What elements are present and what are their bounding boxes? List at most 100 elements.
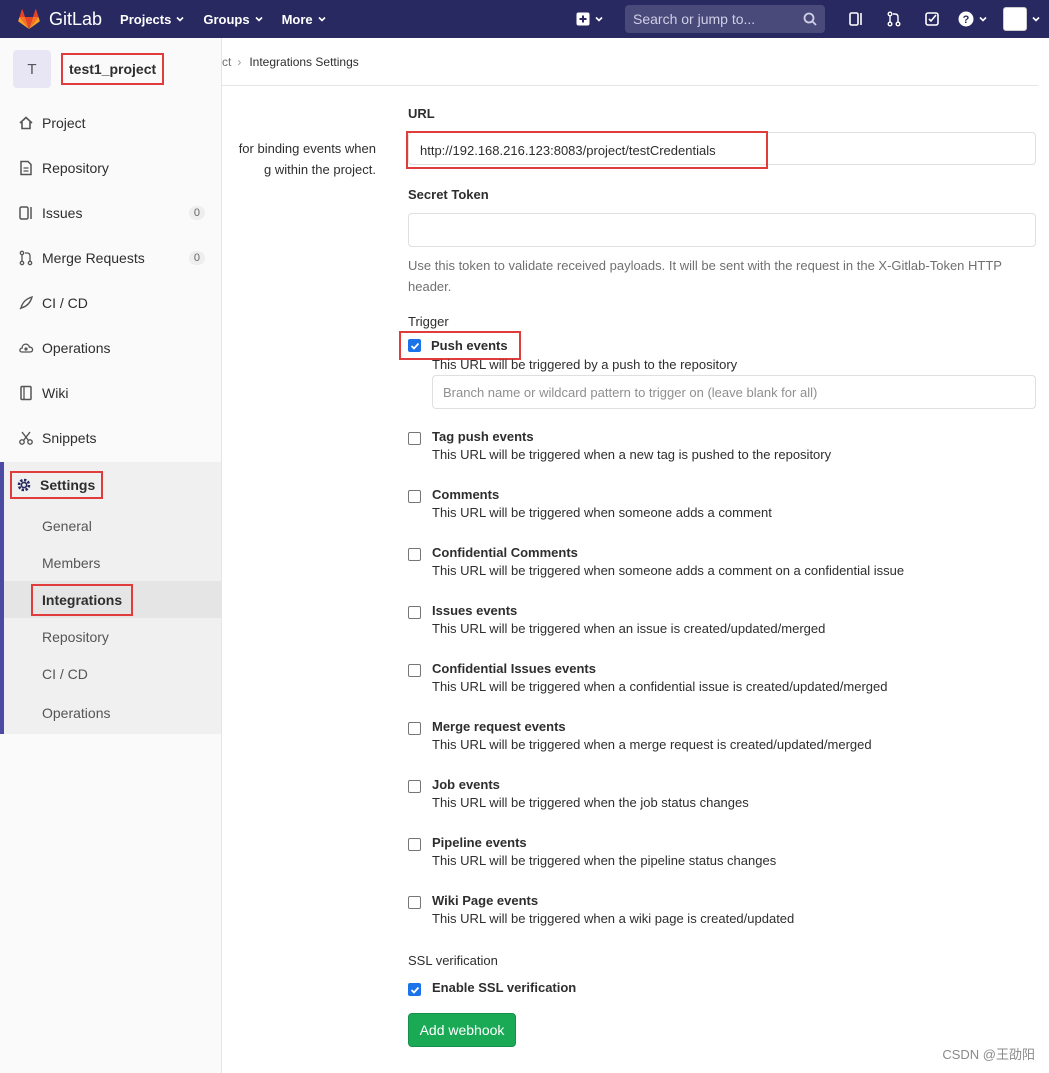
doc-icon [18,160,34,176]
trigger-merge-request-events: Merge request events This URL will be tri… [408,719,1036,777]
webhook-form: URL http://192.168.216.123:8083/project/… [399,100,1036,1047]
sidebar-item-repository[interactable]: Repository [0,145,221,190]
ssl-verification-option: Enable SSL verification [408,980,1036,996]
settings-sub-members[interactable]: Members [4,544,221,581]
comments-checkbox[interactable] [408,490,421,503]
tag-push-events-checkbox[interactable] [408,432,421,445]
sidebar-item-ci-cd[interactable]: CI / CD [0,280,221,325]
add-webhook-button[interactable]: Add webhook [408,1013,516,1047]
issues-icon [849,12,862,26]
new-dropdown-button[interactable] [573,0,607,38]
trigger-list: Tag push events This URL will be triggere… [408,429,1036,949]
settings-sub-repository[interactable]: Repository [4,618,221,655]
confidential-comments-desc: This URL will be triggered when someone … [432,563,905,578]
project-header[interactable]: T test1_project [0,38,221,100]
chevron-down-icon [318,16,326,22]
sidebar-item-merge-requests[interactable]: Merge Requests 0 [0,235,221,280]
trigger-label: Trigger [408,314,449,329]
sidebar-item-label: CI / CD [42,294,88,311]
sidebar-item-issues[interactable]: Issues 0 [0,190,221,235]
scissors-icon [18,430,34,446]
project-avatar: T [13,50,51,88]
nav-groups[interactable]: Groups [203,12,263,27]
todo-check-icon [925,12,939,26]
issues-nav-button[interactable] [837,0,875,38]
merge-requests-nav-button[interactable] [875,0,913,38]
nav-more[interactable]: More [282,12,327,27]
pipeline-events-checkbox[interactable] [408,838,421,851]
wiki-page-events-desc: This URL will be triggered when a wiki p… [432,911,795,926]
merge-request-events-checkbox[interactable] [408,722,421,735]
check-icon [410,986,419,994]
settings-sub-label: CI / CD [42,665,88,682]
user-menu-button[interactable] [995,0,1049,38]
trigger-issues-events: Issues events This URL will be triggered … [408,603,1036,661]
confidential-issues-events-title: Confidential Issues events [432,661,596,676]
gitlab-logo[interactable]: GitLab [18,9,102,30]
url-input[interactable]: http://192.168.216.123:8083/project/test… [406,131,1036,169]
project-sidebar: T test1_project Project Repository Issue… [0,38,222,1073]
sidebar-item-snippets[interactable]: Snippets [0,415,221,460]
job-events-checkbox[interactable] [408,780,421,793]
sidebar-item-project[interactable]: Project [0,100,221,145]
confidential-issues-events-checkbox[interactable] [408,664,421,677]
sidebar-item-label: Merge Requests [42,249,145,266]
pipeline-events-desc: This URL will be triggered when the pipe… [432,853,777,868]
gitlab-tanuki-icon [18,9,40,29]
sidebar-item-label: Project [42,114,86,131]
chevron-down-icon [595,16,603,22]
search-icon [803,12,817,26]
sidebar-item-settings[interactable]: Settings [4,462,221,507]
nav-more-label: More [281,11,313,27]
push-events-desc: This URL will be triggered by a push to … [432,357,738,372]
url-value: http://192.168.216.123:8083/project/test… [406,131,768,169]
sidebar-item-wiki[interactable]: Wiki [0,370,221,415]
search-input[interactable]: Search or jump to... [625,5,825,33]
nav-groups-label: Groups [203,11,250,27]
help-dropdown-button[interactable]: ? [951,0,995,38]
pipeline-events-title: Pipeline events [432,835,527,850]
sidebar-item-label: Operations [42,339,111,356]
settings-sub-label: Repository [42,628,109,645]
trigger-pipeline-events: Pipeline events This URL will be triggere… [408,835,1036,893]
sidebar-item-label: Issues [42,204,83,221]
svg-text:?: ? [963,14,970,26]
wiki-page-events-checkbox[interactable] [408,896,421,909]
secret-token-help: Use this token to validate received payl… [408,258,1002,294]
push-events-highlight: Push events [399,331,521,360]
tag-push-events-title: Tag push events [432,429,534,444]
breadcrumb-prev[interactable]: ct [222,55,231,69]
comments-title: Comments [432,487,500,502]
push-events-title: Push events [431,338,508,353]
settings-sub-ci-cd[interactable]: CI / CD [4,655,221,692]
issues-events-desc: This URL will be triggered when an issue… [432,621,826,636]
settings-sub-label: Operations [42,705,111,721]
ssl-verification-checkbox[interactable] [408,983,421,996]
ssl-verification-label: SSL verification [408,953,498,968]
branch-filter-input[interactable]: Branch name or wildcard pattern to trigg… [432,375,1036,409]
push-events-checkbox[interactable] [408,339,421,352]
cloud-gear-icon [18,340,34,356]
project-name: test1_project [61,53,165,85]
settings-sub-operations[interactable]: Operations [4,692,221,734]
confidential-comments-title: Confidential Comments [432,545,578,560]
secret-token-input[interactable] [408,213,1036,247]
settings-sub-general[interactable]: General [4,507,221,544]
nav-projects[interactable]: Projects [120,12,185,27]
settings-sub-integrations[interactable]: Integrations [4,581,221,618]
confidential-comments-checkbox[interactable] [408,548,421,561]
section-description: for binding events when g within the pro… [222,138,382,180]
chevron-down-icon [979,16,987,22]
gear-icon [16,477,32,493]
ssl-verification-text: Enable SSL verification [432,980,577,995]
trigger-confidential-issues-events: Confidential Issues events This URL will … [408,661,1036,719]
top-navbar: GitLab Projects Groups More Search or ju… [0,0,1049,38]
breadcrumb: ct › Integrations Settings [222,38,1038,86]
issues-events-title: Issues events [432,603,518,618]
issues-events-checkbox[interactable] [408,606,421,619]
todos-nav-button[interactable] [913,0,951,38]
check-icon [410,342,419,350]
sidebar-item-operations[interactable]: Operations [0,325,221,370]
settings-sub-label: General [42,517,92,534]
watermark: CSDN @王劭阳 [942,1047,1035,1062]
